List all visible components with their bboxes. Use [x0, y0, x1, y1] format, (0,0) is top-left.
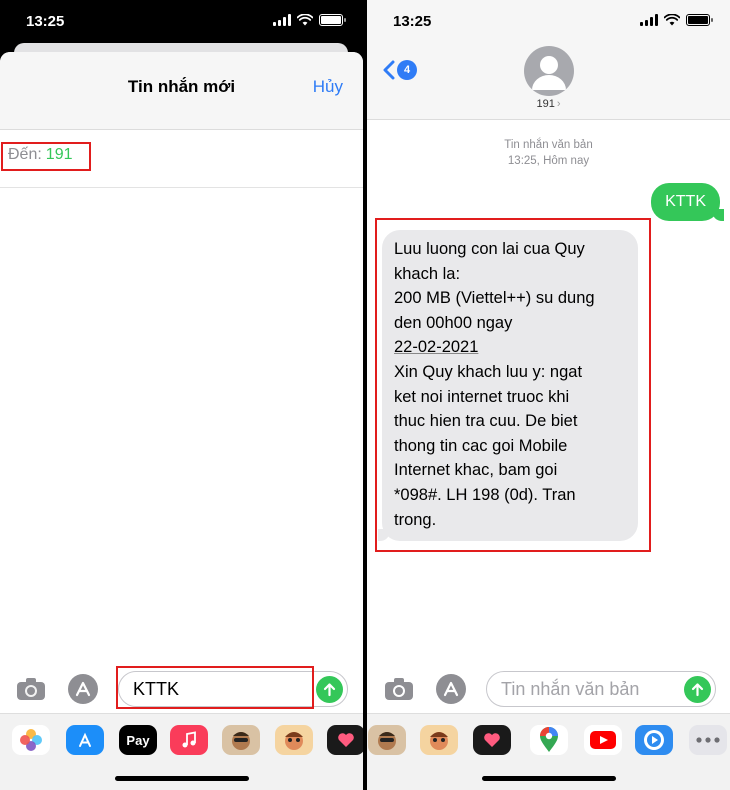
send-arrow-icon[interactable] [684, 676, 711, 703]
conversation-header: 4 191 › [367, 44, 730, 120]
chevron-right-icon: › [556, 98, 561, 110]
app-drawer: Pay [0, 713, 363, 790]
app-drawer [367, 713, 730, 790]
contact-name-text: 191 [536, 98, 555, 110]
chevron-left-icon [383, 60, 395, 80]
unread-count-badge: 4 [397, 60, 417, 80]
cellular-signal-icon [273, 14, 291, 26]
sent-message-bubble[interactable]: KTTK [651, 183, 724, 221]
status-time: 13:25 [393, 13, 432, 30]
apple-pay-icon[interactable]: Pay [119, 725, 157, 755]
photos-app-icon[interactable] [12, 725, 50, 755]
cellular-signal-icon [640, 14, 658, 26]
right-phone-screen: 13:25 4 191 › Tin nhắn văn bản 13:25, Hôm… [367, 0, 730, 790]
contact-avatar[interactable] [524, 46, 574, 96]
apple-pay-label: Pay [126, 732, 150, 748]
received-message-highlight-box [375, 218, 651, 552]
home-indicator[interactable] [114, 776, 249, 781]
send-arrow-icon[interactable] [316, 676, 343, 703]
app-store-icon[interactable] [434, 672, 468, 706]
message-timestamp: 13:25, Hôm nay [507, 155, 590, 167]
battery-icon [319, 14, 346, 26]
memoji-icon[interactable] [222, 725, 260, 755]
message-input-placeholder: Tin nhắn văn bản [501, 679, 640, 699]
camera-icon[interactable] [382, 672, 416, 706]
cancel-button[interactable]: Hủy [313, 77, 343, 97]
app-store-drawer-icon[interactable] [66, 725, 104, 755]
left-phone-screen: 13:25 Tin nhắn mới Hủy Đến: 191 KTTK Pay [0, 0, 363, 790]
sheet-header: Tin nhắn mới Hủy [0, 52, 363, 130]
google-maps-icon[interactable] [530, 725, 568, 755]
back-button[interactable]: 4 [383, 60, 417, 80]
digital-touch-icon[interactable] [473, 725, 511, 755]
more-apps-icon[interactable] [689, 725, 727, 755]
message-input[interactable]: Tin nhắn văn bản [486, 671, 716, 707]
memoji-icon[interactable] [368, 725, 406, 755]
message-composer: Tin nhắn văn bản [367, 666, 730, 714]
wifi-icon [297, 14, 313, 26]
contact-name[interactable]: 191 › [367, 98, 730, 110]
video-app-icon[interactable] [635, 725, 673, 755]
youtube-icon[interactable] [584, 725, 622, 755]
memoji-sticker-icon[interactable] [275, 725, 313, 755]
music-app-icon[interactable] [170, 725, 208, 755]
memoji-sticker-icon[interactable] [420, 725, 458, 755]
app-store-icon[interactable] [66, 672, 100, 706]
sheet-title: Tin nhắn mới [127, 77, 236, 96]
status-bar: 13:25 [0, 0, 363, 44]
camera-icon[interactable] [14, 672, 48, 706]
status-bar: 13:25 [367, 0, 730, 44]
sent-message-text: KTTK [665, 193, 706, 210]
message-type-label: Tin nhắn văn bản [504, 139, 593, 151]
battery-icon [686, 14, 713, 26]
person-icon [532, 56, 566, 90]
recipient-highlight-box [1, 142, 91, 171]
composer-highlight-box [116, 666, 314, 709]
digital-touch-icon[interactable] [327, 725, 363, 755]
status-time: 13:25 [26, 13, 65, 30]
wifi-icon [664, 14, 680, 26]
home-indicator[interactable] [481, 776, 616, 781]
